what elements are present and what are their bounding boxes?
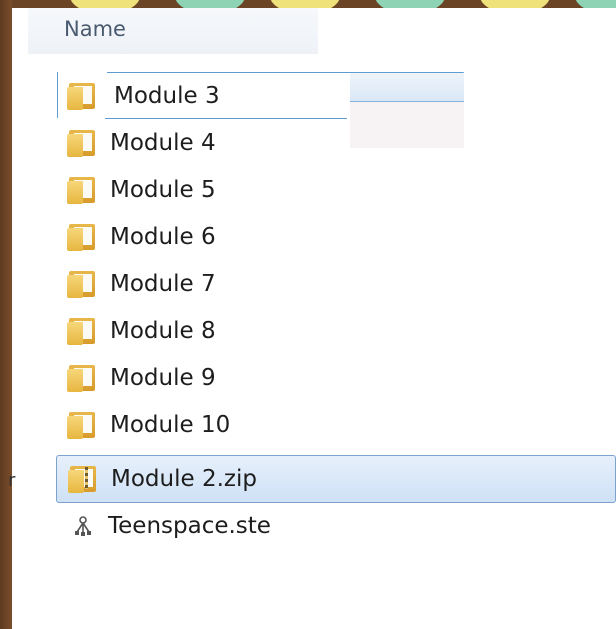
file-name-label: Module 9	[110, 365, 216, 391]
folder-icon	[66, 223, 96, 251]
name-column-label: Name	[64, 17, 126, 41]
name-column-header[interactable]: Name	[28, 8, 318, 54]
file-row[interactable]: Module 7	[56, 261, 616, 307]
folder-icon	[66, 82, 96, 110]
file-row[interactable]: Module 6	[56, 214, 616, 260]
file-name-label: Module 8	[110, 318, 216, 344]
file-row[interactable]: Teenspace.ste	[56, 503, 616, 549]
desktop-background-left	[0, 0, 12, 629]
folder-icon	[66, 411, 96, 439]
folder-icon	[66, 129, 96, 157]
left-edge-glyph: r	[8, 470, 16, 491]
zip-folder-icon	[67, 465, 97, 493]
file-name-label: Module 6	[110, 224, 216, 250]
folder-icon	[66, 270, 96, 298]
folder-icon	[66, 364, 96, 392]
file-row[interactable]: Module 9	[56, 355, 616, 401]
file-name-label: Teenspace.ste	[108, 513, 271, 539]
file-name-label: Module 4	[110, 130, 216, 156]
file-row[interactable]: Module 10	[56, 402, 616, 448]
file-name-label: Module 5	[110, 177, 216, 203]
rename-input[interactable]: Module 3	[110, 77, 224, 115]
file-row[interactable]: Module 4	[56, 120, 616, 166]
site-file-icon	[75, 516, 91, 536]
file-row[interactable]: Module 5	[56, 167, 616, 213]
file-row-selected[interactable]: Module 2.zip	[56, 455, 616, 503]
folder-icon	[66, 317, 96, 345]
file-row[interactable]: Module 8	[56, 308, 616, 354]
file-row-renaming[interactable]: Module 3	[56, 73, 616, 119]
file-list-panel: Name Module 3 Module 4 Module 5 Module 6 Mod…	[12, 8, 616, 629]
file-name-label: Module 2.zip	[111, 466, 257, 492]
folder-icon	[66, 176, 96, 204]
file-name-label: Module 10	[110, 412, 231, 438]
file-name-label: Module 7	[110, 271, 216, 297]
